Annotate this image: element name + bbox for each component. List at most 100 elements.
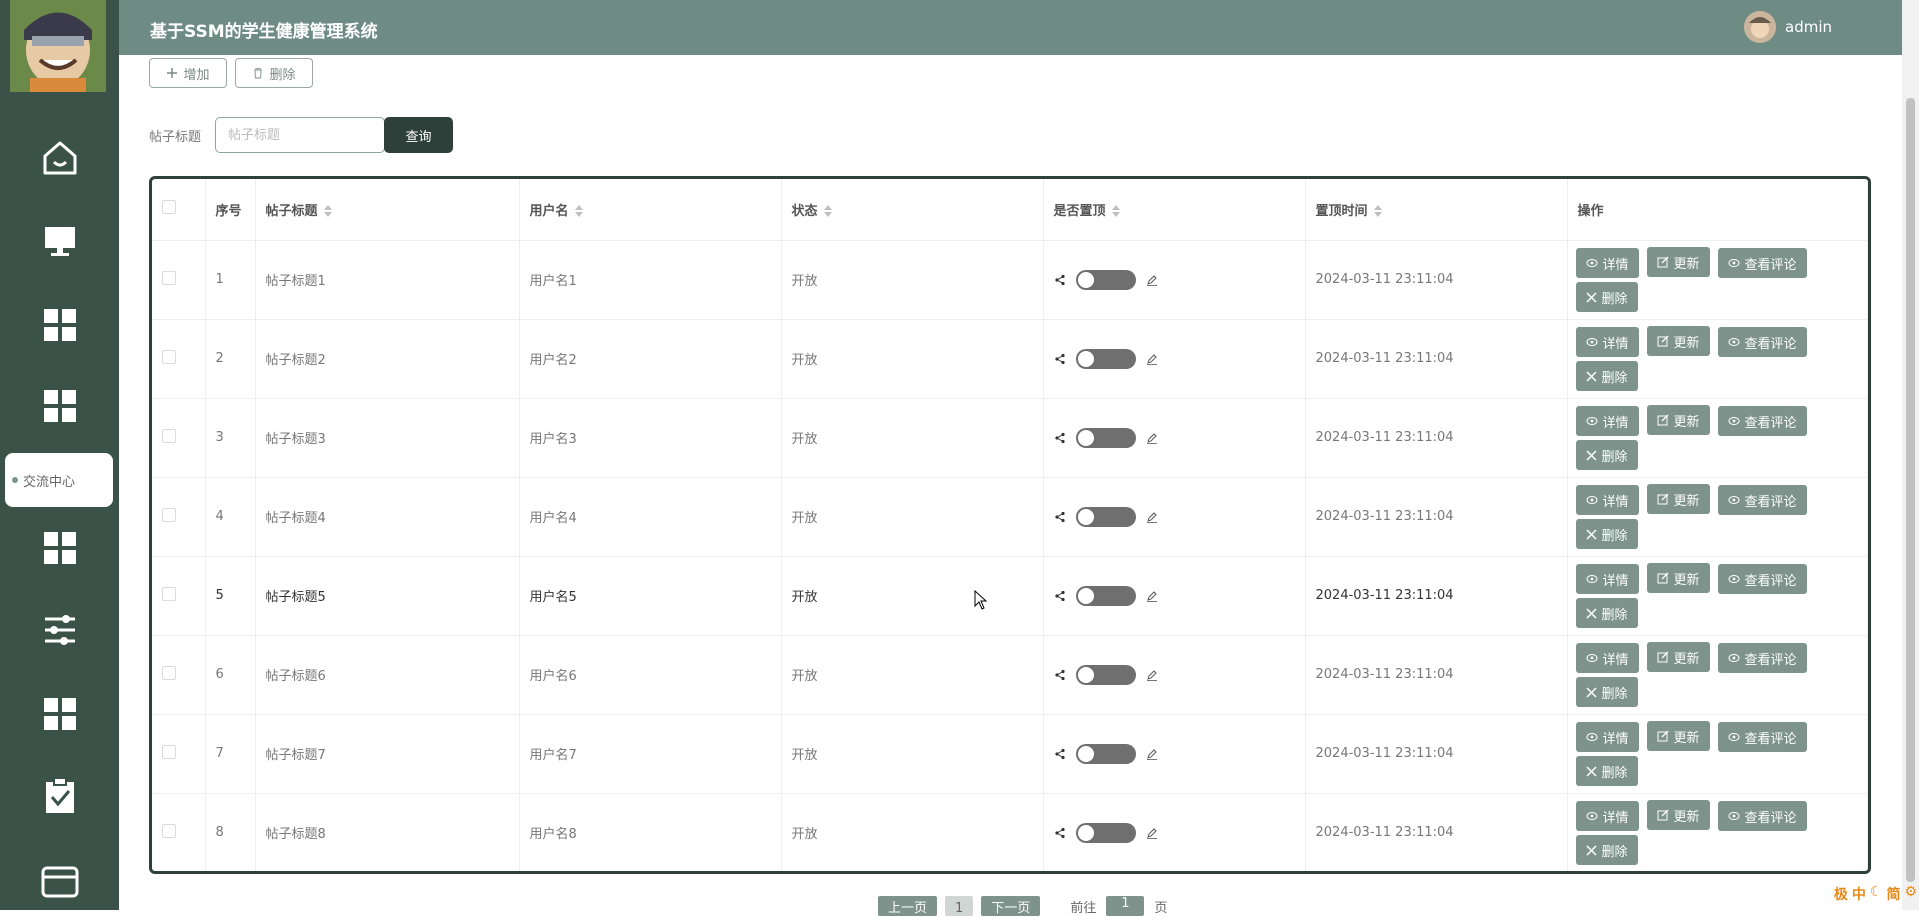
share-icon[interactable]: [1054, 432, 1066, 444]
share-icon[interactable]: [1054, 748, 1066, 760]
table-row[interactable]: 2 帖子标题2 用户名2 开放 2024-03-11 23:11:04 详情 更新 查看评论删…: [152, 319, 1868, 399]
view-comments-button[interactable]: 查看评论: [1717, 485, 1807, 515]
view-comments-button[interactable]: 查看评论: [1717, 327, 1807, 357]
pin-toggle[interactable]: [1075, 269, 1136, 290]
sort-icon[interactable]: [1111, 205, 1120, 218]
sort-icon[interactable]: [323, 205, 332, 218]
pin-toggle[interactable]: [1075, 348, 1136, 369]
share-icon[interactable]: [1054, 590, 1066, 602]
sliders-icon[interactable]: [36, 606, 84, 654]
detail-button[interactable]: 详情: [1575, 327, 1639, 357]
pencil-icon[interactable]: [1146, 432, 1158, 444]
column-header[interactable]: 是否置顶: [1043, 179, 1306, 241]
row-select-cell[interactable]: [152, 477, 206, 557]
row-delete-button[interactable]: 删除: [1575, 440, 1638, 470]
pencil-icon[interactable]: [1146, 590, 1158, 602]
update-button[interactable]: 更新: [1646, 326, 1710, 356]
monitor-icon[interactable]: [36, 217, 84, 265]
detail-button[interactable]: 详情: [1575, 801, 1639, 831]
row-select-cell[interactable]: [152, 714, 206, 794]
pencil-icon[interactable]: [1146, 748, 1158, 760]
row-checkbox[interactable]: [162, 349, 176, 364]
row-select-cell[interactable]: [152, 793, 206, 871]
row-select-cell[interactable]: [152, 398, 206, 478]
pin-toggle[interactable]: [1075, 506, 1136, 527]
grid-icon[interactable]: [36, 382, 84, 430]
delete-button[interactable]: 删除: [235, 58, 313, 88]
sort-icon[interactable]: [1373, 205, 1382, 218]
scrollbar-thumb[interactable]: [1906, 98, 1915, 882]
detail-button[interactable]: 详情: [1575, 722, 1639, 752]
row-delete-button[interactable]: 删除: [1575, 835, 1638, 865]
row-checkbox[interactable]: [162, 507, 176, 522]
pin-toggle[interactable]: [1075, 743, 1136, 764]
pin-toggle[interactable]: [1075, 585, 1136, 606]
update-button[interactable]: 更新: [1646, 484, 1710, 514]
detail-button[interactable]: 详情: [1575, 248, 1639, 278]
clipboard-check-icon[interactable]: [36, 772, 84, 820]
grid-icon[interactable]: [36, 301, 84, 349]
user-menu[interactable]: admin: [1744, 11, 1832, 43]
table-row[interactable]: 5 帖子标题5 用户名5 开放 2024-03-11 23:11:04 详情 更新 查看评论删…: [152, 556, 1868, 636]
table-row[interactable]: 4 帖子标题4 用户名4 开放 2024-03-11 23:11:04 详情 更新 查看评论删…: [152, 477, 1868, 557]
view-comments-button[interactable]: 查看评论: [1717, 801, 1807, 831]
page-scrollbar[interactable]: [1902, 0, 1919, 910]
pencil-icon[interactable]: [1146, 353, 1158, 365]
row-checkbox[interactable]: [162, 665, 176, 680]
table-row[interactable]: 8 帖子标题8 用户名8 开放 2024-03-11 23:11:04 详情 更新 查看评论删…: [152, 793, 1868, 871]
moon-icon[interactable]: ☾: [1870, 884, 1883, 904]
view-comments-button[interactable]: 查看评论: [1717, 722, 1807, 752]
row-checkbox[interactable]: [162, 823, 176, 838]
next-page-button[interactable]: 下一页: [981, 896, 1041, 916]
row-select-cell[interactable]: [152, 319, 206, 399]
grid-icon[interactable]: [36, 524, 84, 572]
prev-page-button[interactable]: 上一页: [878, 896, 938, 916]
update-button[interactable]: 更新: [1646, 800, 1710, 830]
gear-icon[interactable]: ⚙: [1904, 884, 1917, 904]
row-checkbox[interactable]: [162, 586, 176, 601]
view-comments-button[interactable]: 查看评论: [1717, 248, 1807, 278]
share-icon[interactable]: [1054, 353, 1066, 365]
pencil-icon[interactable]: [1146, 827, 1158, 839]
search-button[interactable]: 查询: [384, 117, 453, 153]
detail-button[interactable]: 详情: [1575, 485, 1639, 515]
update-button[interactable]: 更新: [1646, 405, 1710, 435]
grid-icon[interactable]: [36, 690, 84, 738]
row-delete-button[interactable]: 删除: [1575, 361, 1638, 391]
table-row[interactable]: 6 帖子标题6 用户名6 开放 2024-03-11 23:11:04 详情 更新 查看评论删…: [152, 635, 1868, 715]
column-header[interactable]: 置顶时间: [1305, 179, 1568, 241]
row-select-cell[interactable]: [152, 556, 206, 636]
update-button[interactable]: 更新: [1646, 642, 1710, 672]
ime-tray-item[interactable]: 中: [1852, 884, 1866, 904]
pencil-icon[interactable]: [1146, 511, 1158, 523]
share-icon[interactable]: [1054, 669, 1066, 681]
card-icon[interactable]: [36, 858, 84, 906]
pin-toggle[interactable]: [1075, 822, 1136, 843]
row-checkbox[interactable]: [162, 428, 176, 443]
view-comments-button[interactable]: 查看评论: [1717, 564, 1807, 594]
select-all-cell[interactable]: [152, 179, 206, 241]
column-header[interactable]: 状态: [781, 179, 1044, 241]
row-delete-button[interactable]: 删除: [1575, 519, 1638, 549]
share-icon[interactable]: [1054, 827, 1066, 839]
share-icon[interactable]: [1054, 274, 1066, 286]
pin-toggle[interactable]: [1075, 427, 1136, 448]
table-row[interactable]: 1 帖子标题1 用户名1 开放 2024-03-11 23:11:04 详情 更新 查看评论删…: [152, 240, 1868, 320]
table-row[interactable]: 7 帖子标题7 用户名7 开放 2024-03-11 23:11:04 详情 更新 查看评论删…: [152, 714, 1868, 794]
detail-button[interactable]: 详情: [1575, 406, 1639, 436]
table-row[interactable]: 3 帖子标题3 用户名3 开放 2024-03-11 23:11:04 详情 更新 查看评论删…: [152, 398, 1868, 478]
add-button[interactable]: 增加: [149, 58, 227, 88]
select-all-checkbox[interactable]: [162, 200, 176, 215]
update-button[interactable]: 更新: [1646, 721, 1710, 751]
sidebar-item-exchange-center[interactable]: 交流中心: [5, 453, 113, 507]
row-checkbox[interactable]: [162, 270, 176, 285]
update-button[interactable]: 更新: [1646, 247, 1710, 277]
sort-icon[interactable]: [574, 205, 583, 218]
ime-tray-item[interactable]: 极: [1834, 884, 1848, 904]
row-checkbox[interactable]: [162, 744, 176, 759]
pencil-icon[interactable]: [1146, 274, 1158, 286]
row-select-cell[interactable]: [152, 635, 206, 715]
row-select-cell[interactable]: [152, 240, 206, 320]
row-delete-button[interactable]: 删除: [1575, 598, 1638, 628]
detail-button[interactable]: 详情: [1575, 643, 1639, 673]
